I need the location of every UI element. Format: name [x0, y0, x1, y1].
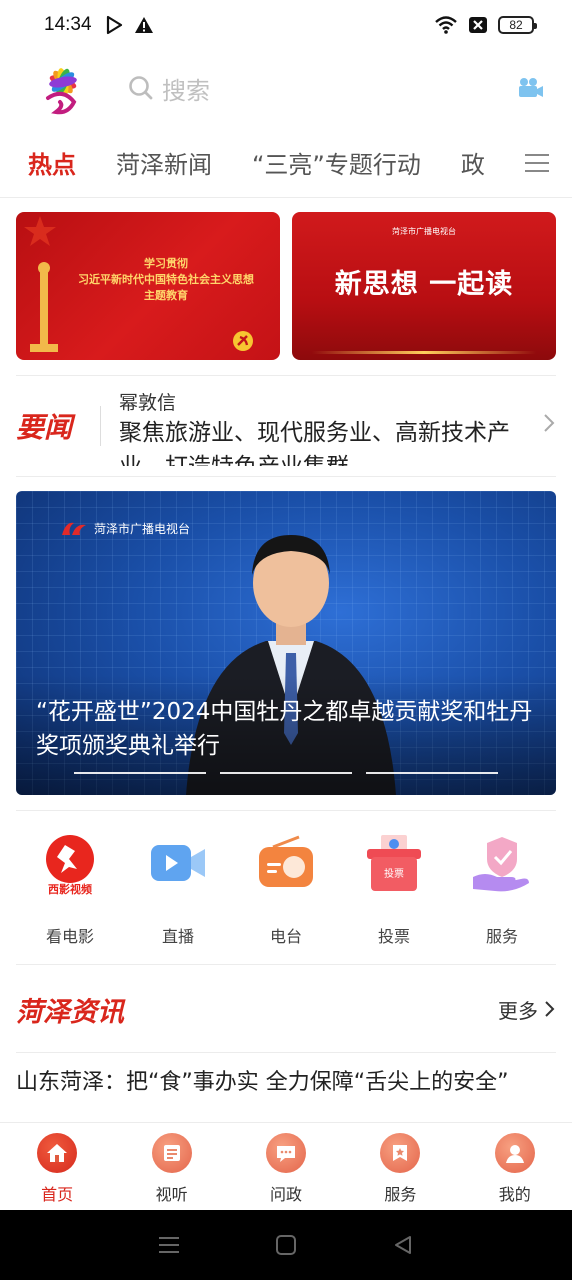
quick-movie[interactable]: 西影视频 看电影: [16, 811, 124, 964]
video-camera-icon[interactable]: [516, 76, 544, 100]
carousel-indicators: [74, 772, 498, 774]
vote-box-icon: 投票: [363, 833, 425, 895]
bottom-navigation: 首页 视听 问政 服务 我的: [0, 1122, 572, 1210]
banner-study-text: 学习贯彻 习近平新时代中国特色社会主义思想 主题教育: [78, 257, 254, 302]
banner-new-thought-title: 新思想 一起读: [334, 269, 514, 300]
back-icon[interactable]: [392, 1234, 414, 1256]
status-bar: 14:34 82: [0, 0, 572, 50]
party-emblem-icon: [233, 331, 253, 351]
headline-ticker[interactable]: 要闻 幂敦信 聚焦旅游业、现代服务业、高新技术产业…打造特色产业集群: [16, 375, 556, 477]
system-navigation-bar: [0, 1210, 572, 1280]
banner-brand: 菏泽市广播电视台: [392, 227, 456, 236]
divider: [16, 1052, 556, 1053]
service-hand-icon: [471, 833, 533, 895]
more-link[interactable]: 更多: [498, 995, 556, 1024]
warning-icon: [134, 17, 153, 33]
banner-glow-line: [312, 351, 536, 354]
quick-service-label: 服务: [485, 927, 518, 946]
quick-services: 西影视频 看电影 直播 电台 投票 投票 服务: [16, 810, 556, 965]
station-logo: 菏泽市广播电视台: [60, 517, 190, 539]
divider: [100, 406, 101, 446]
featured-video-card[interactable]: 菏泽市广播电视台 “花开盛世”2024中国牡丹之都卓越贡献奖和牡丹奖项颁奖典礼举…: [16, 491, 556, 795]
search-bar[interactable]: 搜索: [128, 71, 516, 106]
profile-icon: [494, 1133, 535, 1173]
quick-vote[interactable]: 投票 投票: [340, 811, 448, 964]
headline-body: 幂敦信 聚焦旅游业、现代服务业、高新技术产业…打造特色产业集群: [119, 386, 532, 466]
carousel-indicator[interactable]: [220, 772, 352, 774]
menu-icon: [525, 154, 549, 172]
chevron-right-icon: [545, 1001, 555, 1017]
live-video-icon: [147, 833, 209, 895]
home-icon: [37, 1133, 78, 1173]
quick-radio[interactable]: 电台: [232, 811, 340, 964]
quick-movie-label: 看电影: [45, 927, 94, 946]
tab-politics[interactable]: 政: [421, 145, 485, 180]
video-title: “花开盛世”2024中国牡丹之都卓越贡献奖和牡丹奖项颁奖典礼举行: [36, 699, 533, 759]
recent-apps-icon[interactable]: [158, 1235, 180, 1255]
headline-tag: 要闻: [16, 411, 73, 444]
nav-home[interactable]: 首页: [7, 1123, 107, 1210]
quick-live-label: 直播: [161, 927, 194, 946]
message-icon: [265, 1133, 306, 1173]
quick-service[interactable]: 服务: [448, 811, 556, 964]
star-decoration-icon: [24, 216, 56, 246]
service-icon: [380, 1133, 421, 1173]
nav-inquiry[interactable]: 问政: [236, 1123, 336, 1210]
status-time: 14:34: [44, 14, 92, 35]
banner-new-thought[interactable]: 菏泽市广播电视台 新思想 一起读: [292, 212, 556, 360]
nav-media[interactable]: 视听: [122, 1123, 222, 1210]
movie-badge-text: 西影视频: [48, 882, 92, 895]
carousel-indicator[interactable]: [74, 772, 206, 774]
promo-banners: 学习贯彻 习近平新时代中国特色社会主义思想 主题教育 菏泽市广播电视台 新思想 …: [16, 212, 556, 360]
headline-author: 幂敦信: [119, 392, 177, 414]
app-header: 搜索: [0, 50, 572, 126]
carousel-indicator[interactable]: [366, 772, 498, 774]
section-title: 菏泽资讯: [16, 996, 124, 1028]
search-placeholder: 搜索: [162, 76, 210, 105]
radio-icon: [255, 833, 317, 895]
tab-hot[interactable]: 热点: [0, 145, 76, 180]
channel-menu-button[interactable]: [502, 128, 572, 197]
quick-live[interactable]: 直播: [124, 811, 232, 964]
media-icon: [151, 1133, 192, 1173]
tab-three-liang[interactable]: “三亮”专题行动: [212, 145, 421, 180]
news-list-item[interactable]: 山东菏泽：把“食”事办实 全力保障“舌尖上的安全”: [16, 1066, 546, 1122]
search-icon: [129, 76, 153, 100]
banner-study-theme[interactable]: 学习贯彻 习近平新时代中国特色社会主义思想 主题教育: [16, 212, 280, 360]
app-logo[interactable]: [34, 58, 92, 118]
headline-title: 聚焦旅游业、现代服务业、高新技术产业…打造特色产业集群: [119, 420, 510, 466]
nav-profile[interactable]: 我的: [465, 1123, 565, 1210]
home-button-icon[interactable]: [275, 1234, 297, 1256]
battery-indicator: 82: [498, 16, 537, 34]
nav-service[interactable]: 服务: [350, 1123, 450, 1210]
section-header: 菏泽资讯 更多: [16, 985, 556, 1033]
movie-icon: 西影视频: [39, 833, 101, 895]
quick-vote-label: 投票: [377, 927, 410, 946]
monument-icon: [30, 262, 58, 352]
vote-badge-text: 投票: [384, 867, 404, 880]
play-store-icon: [106, 15, 122, 35]
tab-heze-news[interactable]: 菏泽新闻: [76, 145, 212, 180]
chevron-right-icon: [532, 412, 556, 440]
tv-station-logo-icon: [62, 522, 86, 535]
wifi-icon: [435, 16, 457, 34]
quick-radio-label: 电台: [269, 927, 302, 946]
channel-tabs: 热点 菏泽新闻 “三亮”专题行动 政: [0, 128, 572, 198]
no-sim-icon: [469, 17, 487, 33]
